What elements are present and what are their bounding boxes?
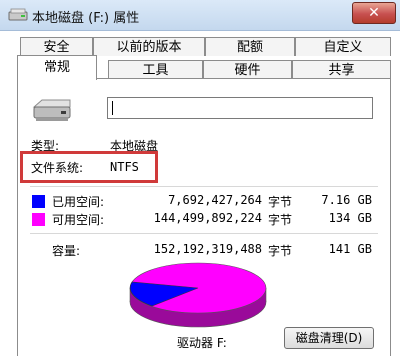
- text-caret: [112, 101, 113, 115]
- volume-label-input[interactable]: [107, 97, 373, 119]
- tab-sharing[interactable]: 共享: [292, 60, 391, 79]
- used-space-size: 7.16 GB: [321, 193, 372, 207]
- free-space-swatch: [32, 213, 45, 226]
- tab-security[interactable]: 安全: [20, 37, 93, 56]
- used-space-label: 已用空间:: [52, 195, 105, 209]
- properties-window: 本地磁盘 (F:) 属性 ✕ 安全 以前的版本 配额 自定义 常规 工具 硬件 …: [0, 0, 400, 356]
- capacity-size: 141 GB: [328, 242, 372, 256]
- free-space-unit: 字节: [268, 213, 293, 227]
- capacity-bytes: 152,192,319,488: [153, 242, 262, 256]
- disk-cleanup-button[interactable]: 磁盘清理(D): [284, 327, 374, 349]
- free-space-size: 134 GB: [328, 211, 372, 225]
- free-space-bytes: 144,499,892,224: [153, 211, 262, 225]
- disk-usage-pie-chart: [129, 262, 267, 328]
- separator: [30, 186, 378, 187]
- drive-icon: [8, 8, 28, 21]
- tab-previous-versions[interactable]: 以前的版本: [93, 37, 205, 56]
- title-bar[interactable]: 本地磁盘 (F:) 属性 ✕: [0, 0, 400, 31]
- highlight-annotation: [20, 151, 158, 183]
- used-space-bytes: 7,692,427,264: [168, 193, 262, 207]
- separator: [30, 233, 378, 234]
- tab-general[interactable]: 常规: [17, 55, 97, 80]
- used-space-unit: 字节: [268, 195, 293, 209]
- tab-tools[interactable]: 工具: [108, 60, 203, 79]
- free-space-label: 可用空间:: [52, 213, 105, 227]
- close-button[interactable]: ✕: [352, 2, 396, 24]
- tab-hardware[interactable]: 硬件: [203, 60, 292, 79]
- close-icon: ✕: [368, 5, 380, 21]
- used-space-swatch: [32, 195, 45, 208]
- window-title: 本地磁盘 (F:) 属性: [32, 11, 140, 26]
- hard-disk-icon: [32, 99, 71, 121]
- capacity-unit: 字节: [268, 244, 293, 258]
- tab-customize[interactable]: 自定义: [295, 37, 391, 56]
- drive-letter-label: 驱动器 F:: [177, 336, 227, 350]
- tab-quota[interactable]: 配额: [205, 37, 295, 56]
- capacity-label: 容量:: [52, 244, 81, 258]
